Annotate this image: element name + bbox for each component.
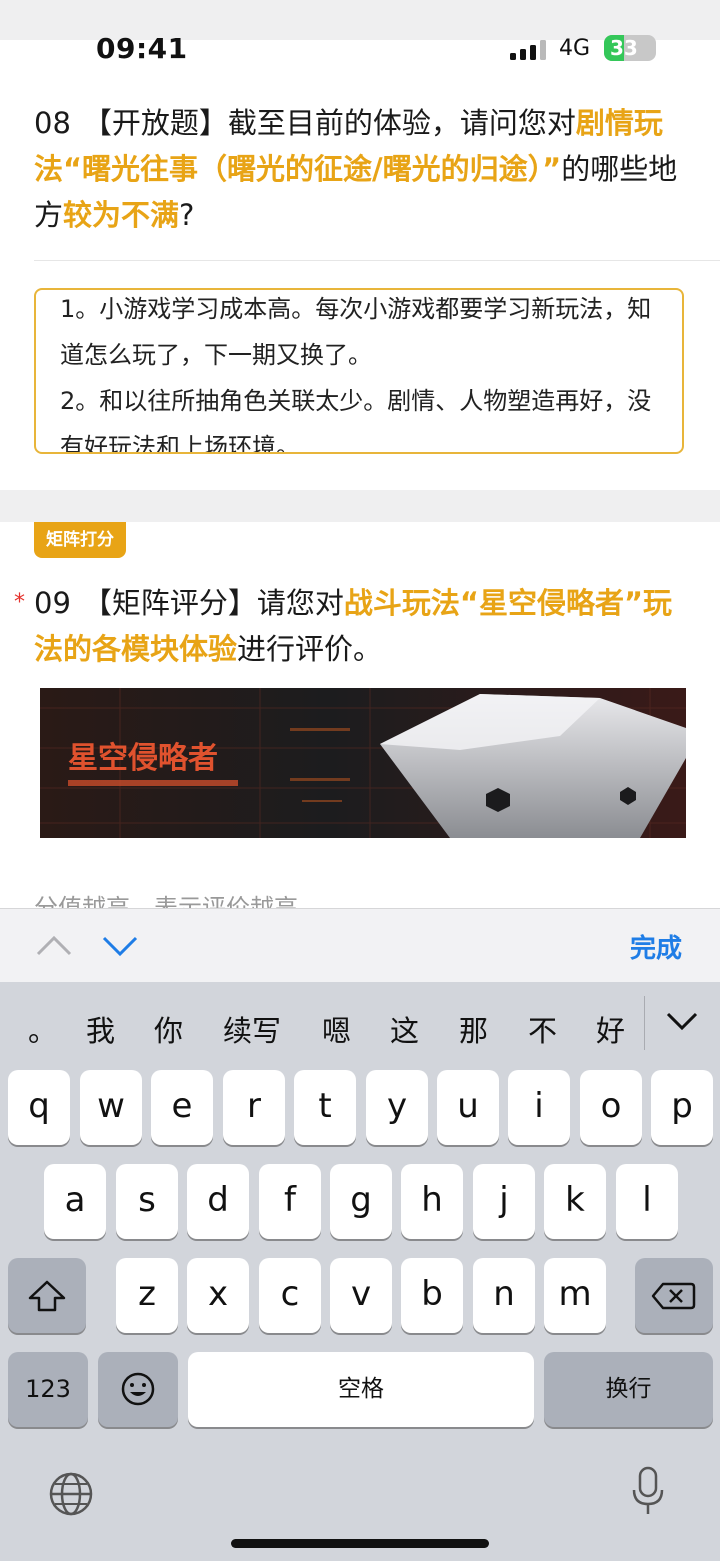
question-text: 进行评价。	[237, 632, 383, 666]
key-y[interactable]: y	[366, 1070, 428, 1145]
key-d[interactable]: d	[187, 1164, 249, 1239]
key-i[interactable]: i	[508, 1070, 570, 1145]
shift-key[interactable]	[8, 1258, 86, 1333]
key-f[interactable]: f	[259, 1164, 321, 1239]
chevron-up-icon[interactable]	[36, 930, 72, 960]
candidate-word[interactable]: 嗯	[322, 1008, 351, 1050]
candidate-word[interactable]: 你	[154, 1008, 183, 1050]
question-08-title: 08 【开放题】截至目前的体验，请问您对剧情玩法“曙光往事（曙光的征途/曙光的归途…	[34, 100, 684, 238]
key-o[interactable]: o	[580, 1070, 642, 1145]
space-key[interactable]: 空格	[188, 1352, 534, 1427]
network-type: 4G	[559, 36, 591, 61]
question-number: 09	[34, 586, 71, 620]
backspace-key[interactable]	[635, 1258, 713, 1333]
required-asterisk: *	[14, 590, 25, 615]
done-button[interactable]: 完成	[630, 928, 682, 965]
question-type-tag: 矩阵打分	[34, 522, 126, 558]
question-09-title: 09 【矩阵评分】请您对战斗玩法“星空侵略者”玩法的各模块体验进行评价。	[34, 580, 684, 672]
answer-textarea[interactable]: 1。小游戏学习成本高。每次小游戏都要学习新玩法，知道怎么玩了，下一期又换了。 2…	[34, 288, 684, 454]
key-r[interactable]: r	[223, 1070, 285, 1145]
key-e[interactable]: e	[151, 1070, 213, 1145]
key-l[interactable]: l	[616, 1164, 678, 1239]
key-h[interactable]: h	[401, 1164, 463, 1239]
key-v[interactable]: v	[330, 1258, 392, 1333]
candidate-word[interactable]: 好	[596, 1008, 625, 1050]
key-j[interactable]: j	[473, 1164, 535, 1239]
emoji-key[interactable]	[98, 1352, 178, 1427]
chevron-down-icon[interactable]	[102, 930, 138, 960]
question-highlight: 较为不满	[63, 198, 180, 232]
question-text: 【开放题】截至目前的体验，请问您对	[82, 106, 576, 140]
question-text: 【矩阵评分】请您对	[82, 586, 344, 620]
candidate-word[interactable]: 续写	[223, 1008, 281, 1050]
home-indicator	[231, 1539, 489, 1548]
candidate-word[interactable]: 这	[390, 1008, 419, 1050]
key-u[interactable]: u	[437, 1070, 499, 1145]
globe-icon[interactable]	[48, 1471, 94, 1517]
status-time: 09:41	[96, 32, 188, 65]
emoji-icon	[121, 1372, 155, 1406]
candidate-word[interactable]: 不	[528, 1008, 557, 1050]
candidate-word[interactable]: 那	[459, 1008, 488, 1050]
key-s[interactable]: s	[116, 1164, 178, 1239]
question-number: 08	[34, 106, 71, 140]
key-b[interactable]: b	[401, 1258, 463, 1333]
key-a[interactable]: a	[44, 1164, 106, 1239]
numbers-key[interactable]: 123	[8, 1352, 88, 1427]
signal-icon	[510, 40, 546, 60]
return-key[interactable]: 换行	[544, 1352, 713, 1427]
key-c[interactable]: c	[259, 1258, 321, 1333]
candidate-word[interactable]: 我	[86, 1008, 115, 1050]
candidate-separator	[644, 996, 645, 1050]
backspace-icon	[651, 1282, 696, 1310]
answer-text[interactable]: 1。小游戏学习成本高。每次小游戏都要学习新玩法，知道怎么玩了，下一期又换了。 2…	[60, 290, 660, 452]
key-w[interactable]: w	[80, 1070, 142, 1145]
game-banner-image: 星空侵略者	[40, 688, 686, 838]
key-g[interactable]: g	[330, 1164, 392, 1239]
key-x[interactable]: x	[187, 1258, 249, 1333]
key-q[interactable]: q	[8, 1070, 70, 1145]
battery-level: 33	[610, 36, 638, 60]
candidate-word[interactable]: 。	[28, 1008, 57, 1050]
divider	[34, 260, 720, 261]
key-t[interactable]: t	[294, 1070, 356, 1145]
key-n[interactable]: n	[473, 1258, 535, 1333]
question-text: ?	[179, 198, 195, 232]
key-k[interactable]: k	[544, 1164, 606, 1239]
key-p[interactable]: p	[651, 1070, 713, 1145]
battery-icon: 33	[604, 35, 656, 61]
microphone-icon[interactable]	[630, 1466, 666, 1518]
shift-icon	[28, 1280, 66, 1312]
key-m[interactable]: m	[544, 1258, 606, 1333]
section-divider	[0, 490, 720, 522]
key-z[interactable]: z	[116, 1258, 178, 1333]
banner-title: 星空侵略者	[68, 741, 218, 776]
expand-candidates-icon[interactable]	[664, 1008, 700, 1034]
